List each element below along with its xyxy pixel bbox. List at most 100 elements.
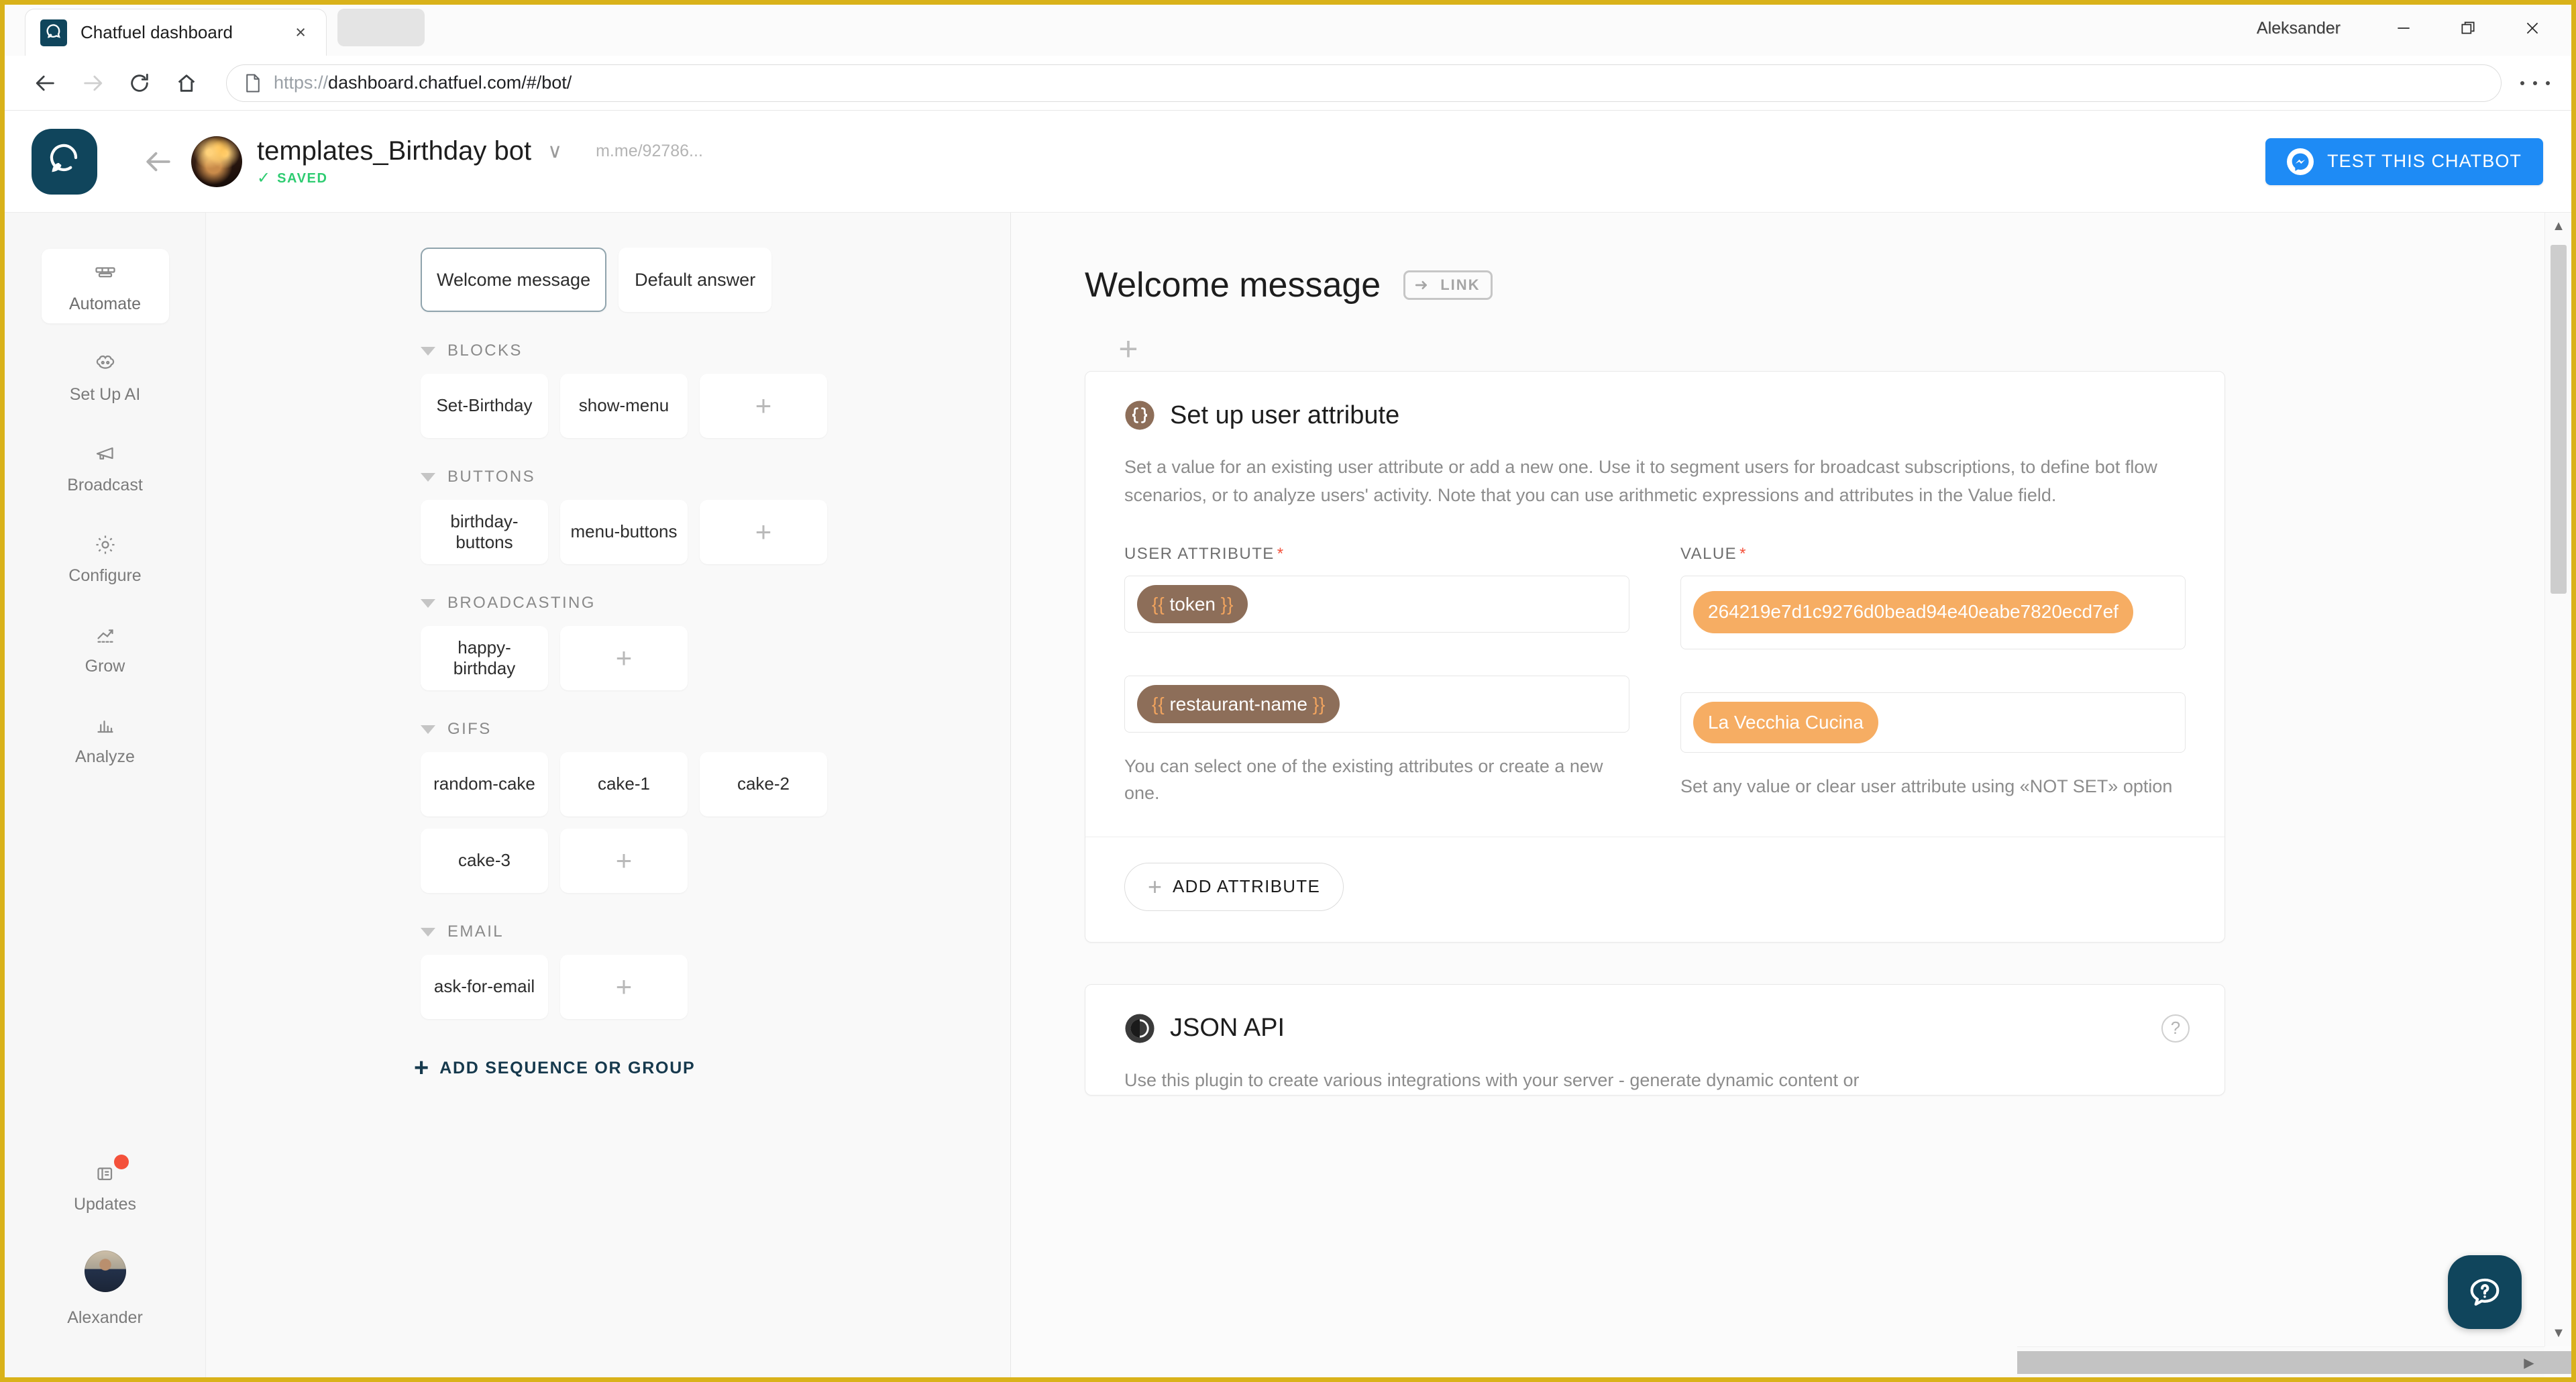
group-email: EMAIL ask-for-email + xyxy=(206,922,1010,1019)
tab-close-icon[interactable]: × xyxy=(290,21,311,44)
group-header[interactable]: GIFS xyxy=(421,720,1010,739)
home-icon[interactable] xyxy=(163,60,210,107)
block-chip[interactable]: random-cake xyxy=(421,752,548,816)
card-header: Set up user attribute xyxy=(1085,372,2224,431)
window-controls: Aleksander xyxy=(2257,7,2565,49)
group-header[interactable]: EMAIL xyxy=(421,922,1010,941)
vertical-scrollbar[interactable]: ▲ ▼ xyxy=(2544,213,2571,1346)
sidebar-item-grow[interactable]: Grow xyxy=(42,611,169,686)
help-icon[interactable]: ? xyxy=(2161,1014,2190,1043)
blocks-panel: Welcome message Default answer BLOCKS Se… xyxy=(206,213,1011,1377)
add-block-button[interactable]: + xyxy=(560,626,688,690)
horizontal-scrollbar[interactable]: ▶ xyxy=(2017,1346,2571,1377)
sidebar-item-automate[interactable]: Automate xyxy=(41,249,169,323)
chevron-down-icon[interactable]: ∨ xyxy=(547,141,562,162)
kebab-menu-icon[interactable] xyxy=(2516,63,2554,103)
block-chip[interactable]: birthday-buttons xyxy=(421,500,548,564)
block-chip[interactable]: show-menu xyxy=(560,374,688,438)
sidebar-item-analyze[interactable]: Analyze xyxy=(42,702,169,776)
scroll-right-icon[interactable]: ▶ xyxy=(2514,1347,2544,1377)
help-bubble-icon[interactable] xyxy=(2448,1255,2522,1329)
profile-name[interactable]: Aleksander xyxy=(2257,19,2341,38)
attribute-chip[interactable]: {{ restaurant-name }} xyxy=(1137,684,1340,723)
group-header[interactable]: BUTTONS xyxy=(421,468,1010,486)
scroll-down-icon[interactable]: ▼ xyxy=(2545,1320,2571,1346)
back-arrow-icon[interactable] xyxy=(22,60,69,107)
browser-tab[interactable]: Chatfuel dashboard × xyxy=(25,9,327,56)
address-bar[interactable]: https://dashboard.chatfuel.com/#/bot/ xyxy=(226,64,2502,102)
browser-window: Chatfuel dashboard × Aleksander https://… xyxy=(0,0,2576,1382)
page-title: templates_Birthday bot xyxy=(257,136,532,166)
ai-brain-icon xyxy=(93,350,117,377)
chip-label: random-cake xyxy=(433,774,535,794)
url-host-path: dashboard.chatfuel.com/#/bot/ xyxy=(328,72,572,93)
maximize-icon[interactable] xyxy=(2436,7,2500,49)
horizontal-scroll-thumb[interactable] xyxy=(2017,1351,2571,1374)
add-block-button[interactable]: + xyxy=(560,829,688,893)
block-chip[interactable]: Set-Birthday xyxy=(421,374,548,438)
add-block-button[interactable]: + xyxy=(700,374,827,438)
block-chip[interactable]: menu-buttons xyxy=(560,500,688,564)
json-api-card: JSON API ? Use this plugin to create var… xyxy=(1085,984,2225,1096)
add-block-button[interactable]: + xyxy=(700,500,827,564)
tab-default-answer[interactable]: Default answer xyxy=(619,248,772,312)
brace-close: }} xyxy=(1312,693,1326,714)
block-chip[interactable]: cake-3 xyxy=(421,829,548,893)
chip-label: cake-1 xyxy=(597,774,651,794)
test-chatbot-label: TEST THIS CHATBOT xyxy=(2327,151,2522,171)
chatfuel-logo-icon xyxy=(40,19,67,46)
value-chip[interactable]: La Vecchia Cucina xyxy=(1693,701,1878,744)
block-chip[interactable]: happy-birthday xyxy=(421,626,548,690)
value-chip[interactable]: 264219e7d1c9276d0bead94e40eabe7820ecd7ef xyxy=(1693,591,2133,633)
caret-down-icon xyxy=(421,346,435,356)
updates-icon xyxy=(93,1160,117,1187)
reload-icon[interactable] xyxy=(116,60,163,107)
mme-link[interactable]: m.me/92786... xyxy=(596,142,703,161)
add-block-button[interactable]: + xyxy=(560,955,688,1019)
group-header[interactable]: BLOCKS xyxy=(421,341,1010,360)
attribute-chip[interactable]: {{ token }} xyxy=(1137,584,1248,623)
block-chip[interactable]: cake-2 xyxy=(700,752,827,816)
vertical-scroll-thumb[interactable] xyxy=(2551,245,2567,594)
chip-grid: random-cake cake-1 cake-2 cake-3 + xyxy=(421,752,957,893)
add-attribute-button[interactable]: + ADD ATTRIBUTE xyxy=(1124,862,1344,911)
attribute-hint: You can select one of the existing attri… xyxy=(1124,755,1603,804)
required-mark: * xyxy=(1739,544,1747,563)
sidebar-item-configure[interactable]: Configure xyxy=(42,521,169,595)
value-input-1[interactable]: 264219e7d1c9276d0bead94e40eabe7820ecd7ef xyxy=(1680,575,2186,649)
user-attribute-input-1[interactable]: {{ token }} xyxy=(1124,575,1629,633)
enter-arrow-icon xyxy=(1415,280,1428,290)
chatfuel-logo-icon[interactable] xyxy=(32,128,97,195)
card-title: JSON API xyxy=(1170,1014,1285,1043)
user-attribute-input-2[interactable]: {{ restaurant-name }} xyxy=(1124,675,1629,733)
test-chatbot-button[interactable]: TEST THIS CHATBOT xyxy=(2265,138,2543,185)
sidebar-item-broadcast[interactable]: Broadcast xyxy=(42,430,169,504)
sidebar-item-updates[interactable]: Updates xyxy=(42,1149,169,1224)
minimize-icon[interactable] xyxy=(2371,7,2436,49)
new-tab-button[interactable] xyxy=(337,9,425,46)
add-sequence-or-group-button[interactable]: + ADD SEQUENCE OR GROUP xyxy=(206,1055,1010,1081)
messenger-icon xyxy=(2287,148,2314,175)
scroll-up-icon[interactable]: ▲ xyxy=(2545,213,2571,240)
value-input-2[interactable]: La Vecchia Cucina xyxy=(1680,692,2186,753)
caret-down-icon xyxy=(421,927,435,937)
bot-avatar[interactable] xyxy=(191,136,242,187)
forward-arrow-icon xyxy=(69,60,116,107)
plus-icon: + xyxy=(1148,872,1163,900)
attribute-row-2: {{ restaurant-name }} xyxy=(1124,675,1629,733)
block-chip[interactable]: cake-1 xyxy=(560,752,688,816)
plus-icon: + xyxy=(1118,330,1138,368)
block-chip[interactable]: ask-for-email xyxy=(421,955,548,1019)
sidebar-item-set-up-ai[interactable]: Set Up AI xyxy=(42,339,169,414)
tab-welcome-message[interactable]: Welcome message xyxy=(421,248,607,312)
link-badge[interactable]: LINK xyxy=(1403,270,1493,300)
plus-icon: + xyxy=(755,389,772,421)
chip-label: show-menu xyxy=(578,395,669,416)
group-header[interactable]: BROADCASTING xyxy=(421,594,1010,613)
sidebar-item-user[interactable]: Alexander xyxy=(42,1240,169,1337)
header-back-icon[interactable] xyxy=(135,138,182,185)
close-icon[interactable] xyxy=(2500,7,2565,49)
add-plugin-button[interactable]: + xyxy=(1113,330,1144,368)
link-badge-label: LINK xyxy=(1440,276,1481,293)
sidebar-item-label: Analyze xyxy=(75,747,135,766)
